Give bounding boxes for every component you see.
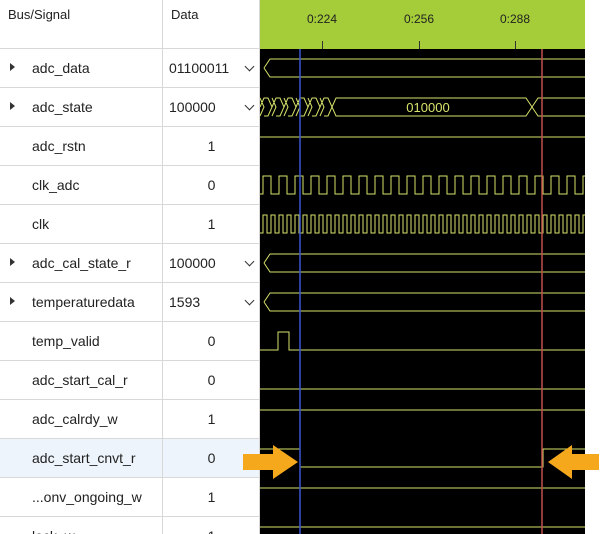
adc-state-wave-label: 010000 <box>406 100 449 115</box>
signal-name: clk <box>32 216 50 232</box>
signal-row[interactable]: adc_data 01100011 <box>0 49 260 88</box>
signal-row[interactable]: lock_w 1 <box>0 517 260 534</box>
time-tick-label: 0:288 <box>499 12 531 26</box>
temperaturedata-wave <box>263 292 585 312</box>
signal-value-cell[interactable]: 0 <box>163 166 260 205</box>
temp-valid-wave <box>260 331 585 351</box>
expand-arrow-icon[interactable] <box>10 297 15 305</box>
signal-value-cell[interactable]: 01100011 <box>163 49 260 88</box>
signal-value: 1 <box>207 489 216 505</box>
signal-name-cell[interactable]: temp_valid <box>0 322 163 361</box>
time-ruler[interactable]: 0:224 0:256 0:288 <box>260 0 585 49</box>
signal-name-cell[interactable]: temperaturedata <box>0 283 163 322</box>
signal-value-cell[interactable]: 1593 <box>163 283 260 322</box>
signal-name: temp_valid <box>32 333 100 349</box>
signal-value-cell[interactable]: 100000 <box>163 88 260 127</box>
time-tick <box>515 41 516 49</box>
chevron-down-icon[interactable] <box>244 100 255 111</box>
clk-wave <box>260 214 585 234</box>
signal-name-cell[interactable]: adc_data <box>0 49 163 88</box>
signal-name-cell[interactable]: adc_calrdy_w <box>0 400 163 439</box>
signal-name-cell[interactable]: ...onv_ongoing_w <box>0 478 163 517</box>
signal-value-cell[interactable]: 1 <box>163 517 260 534</box>
signal-value-cell[interactable]: 1 <box>163 127 260 166</box>
signal-value-cell[interactable]: 100000 <box>163 244 260 283</box>
signal-name: adc_start_cnvt_r <box>32 450 136 466</box>
signal-name-cell[interactable]: clk_adc <box>0 166 163 205</box>
signal-name-cell[interactable]: adc_start_cal_r <box>0 361 163 400</box>
signal-value-cell[interactable]: 1 <box>163 205 260 244</box>
signal-value-cell[interactable]: 0 <box>163 361 260 400</box>
signal-name: adc_calrdy_w <box>32 411 118 427</box>
signal-value: 1 <box>207 411 216 427</box>
signal-name: temperaturedata <box>32 294 135 310</box>
time-tick <box>419 41 420 49</box>
signal-name: clk_adc <box>32 177 80 193</box>
signal-row[interactable]: clk_adc 0 <box>0 166 260 205</box>
waveform-canvas[interactable]: 010000 <box>260 49 585 534</box>
signal-list: adc_data 01100011 adc_state 100000 adc_rstn 1… <box>0 49 260 534</box>
expand-arrow-icon[interactable] <box>10 63 15 71</box>
signal-value: 1 <box>207 138 216 154</box>
signal-value: 100000 <box>169 99 216 115</box>
signal-name: adc_data <box>32 60 90 76</box>
waveform-viewer: { "header": { "signal_col": "Bus/Signal"… <box>0 0 607 534</box>
chevron-down-icon[interactable] <box>244 61 255 72</box>
signal-row[interactable]: adc_start_cal_r 0 <box>0 361 260 400</box>
signal-name-cell[interactable]: adc_rstn <box>0 127 163 166</box>
signal-name-cell[interactable]: adc_cal_state_r <box>0 244 163 283</box>
signal-name-cell[interactable]: adc_state <box>0 88 163 127</box>
signal-name-cell[interactable]: lock_w <box>0 517 163 534</box>
signal-name: ...onv_ongoing_w <box>32 489 142 505</box>
expand-arrow-icon[interactable] <box>10 102 15 110</box>
adc-data-wave <box>263 58 585 78</box>
time-tick <box>322 41 323 49</box>
adc-cal-state-wave <box>263 253 585 273</box>
signal-value: 01100011 <box>169 60 230 76</box>
signal-row[interactable]: adc_rstn 1 <box>0 127 260 166</box>
signal-value-cell[interactable]: 1 <box>163 478 260 517</box>
signal-name: adc_cal_state_r <box>32 255 131 271</box>
signal-column-header[interactable]: Bus/Signal <box>0 0 163 49</box>
signal-row[interactable]: adc_state 100000 <box>0 88 260 127</box>
signal-name: adc_rstn <box>32 138 86 154</box>
signal-name: adc_state <box>32 99 93 115</box>
signal-row[interactable]: temp_valid 0 <box>0 322 260 361</box>
data-column-header[interactable]: Data <box>163 0 260 49</box>
signal-row[interactable]: adc_calrdy_w 1 <box>0 400 260 439</box>
signal-row[interactable]: temperaturedata 1593 <box>0 283 260 322</box>
signal-value-cell[interactable]: 0 <box>163 322 260 361</box>
signal-value: 1 <box>163 528 260 534</box>
data-column-label: Data <box>171 7 199 22</box>
time-tick-label: 0:256 <box>403 12 435 26</box>
signal-row[interactable]: clk 1 <box>0 205 260 244</box>
signal-column-label: Bus/Signal <box>8 7 71 22</box>
signal-row[interactable]: ...onv_ongoing_w 1 <box>0 478 260 517</box>
expand-arrow-icon[interactable] <box>10 258 15 266</box>
signal-value-cell[interactable]: 1 <box>163 400 260 439</box>
chevron-down-icon[interactable] <box>244 256 255 267</box>
time-tick-label: 0:224 <box>306 12 338 26</box>
signal-value: 0 <box>207 333 216 349</box>
signal-value: 1593 <box>169 294 201 310</box>
signal-name: adc_start_cal_r <box>32 372 128 388</box>
signal-name-cell[interactable]: adc_start_cnvt_r <box>0 439 163 478</box>
signal-value: 100000 <box>169 255 216 271</box>
signal-row[interactable]: adc_cal_state_r 100000 <box>0 244 260 283</box>
signal-value: 1 <box>207 216 216 232</box>
adc-start-cnvt-wave <box>260 448 585 468</box>
signal-value: 0 <box>207 177 216 193</box>
right-arrow-icon <box>548 445 599 479</box>
clk-adc-wave <box>260 175 585 195</box>
signal-name-cell[interactable]: clk <box>0 205 163 244</box>
left-arrow-icon <box>243 445 298 479</box>
chevron-down-icon[interactable] <box>244 295 255 306</box>
signal-value: 0 <box>207 372 216 388</box>
signal-name: lock_w <box>32 528 75 534</box>
signal-row[interactable]: adc_start_cnvt_r 0 <box>0 439 260 478</box>
